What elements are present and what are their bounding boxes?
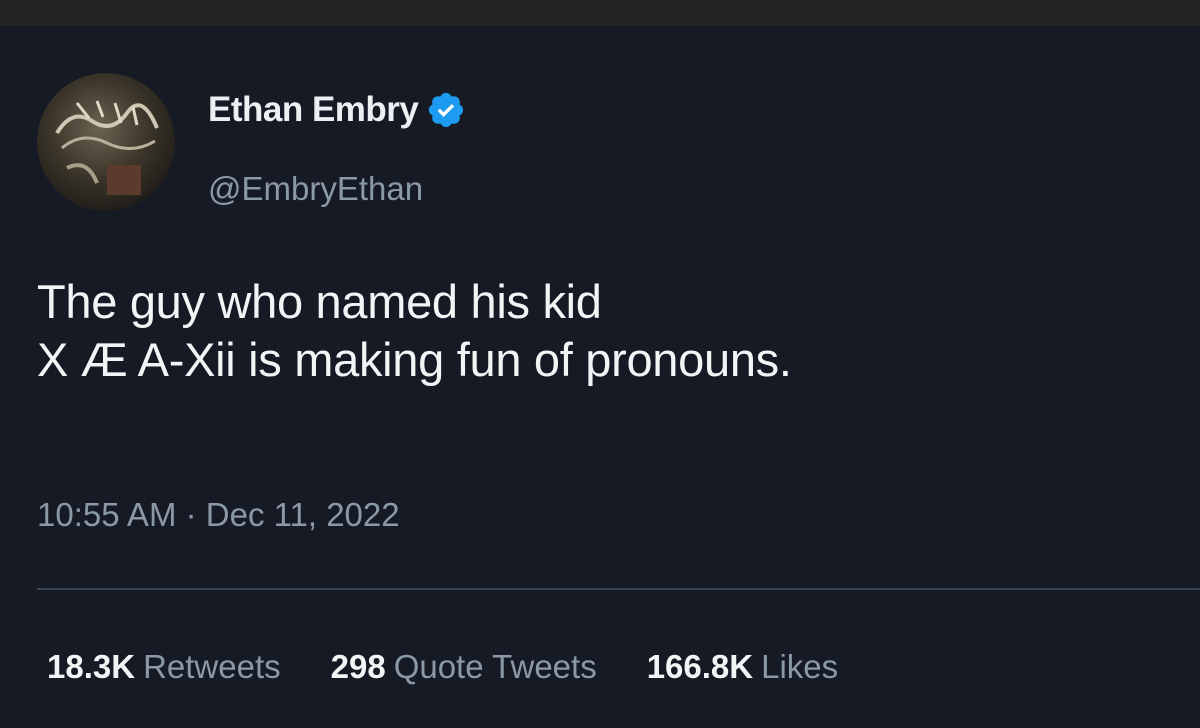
retweets-label: Retweets bbox=[143, 648, 281, 685]
tweet-text-line: The guy who named his kid bbox=[37, 275, 602, 328]
quote-tweets-stat[interactable]: 298 Quote Tweets bbox=[331, 648, 597, 686]
tweet-text: The guy who named his kid X Æ A-Xii is m… bbox=[37, 273, 1157, 389]
retweets-count: 18.3K bbox=[47, 648, 136, 685]
tweet-text-line: X Æ A-Xii is making fun of pronouns. bbox=[37, 333, 792, 386]
author-handle[interactable]: @EmbryEthan bbox=[208, 170, 423, 208]
window-top-bar bbox=[0, 0, 1200, 26]
tweet-timestamp[interactable]: 10:55 AM · Dec 11, 2022 bbox=[37, 496, 400, 534]
retweets-stat[interactable]: 18.3K Retweets bbox=[47, 648, 281, 686]
divider bbox=[37, 588, 1200, 590]
avatar-image bbox=[55, 100, 159, 195]
avatar[interactable] bbox=[37, 73, 175, 211]
verified-badge-icon bbox=[426, 90, 466, 130]
quote-tweets-count: 298 bbox=[330, 648, 386, 685]
tweet-stats: 18.3K Retweets 298 Quote Tweets 166.8K L… bbox=[47, 648, 888, 686]
display-name[interactable]: Ethan Embry bbox=[208, 90, 419, 130]
quote-tweets-label: Quote Tweets bbox=[393, 648, 597, 685]
likes-label: Likes bbox=[761, 648, 839, 685]
author-name-row[interactable]: Ethan Embry bbox=[208, 88, 466, 132]
likes-stat[interactable]: 166.8K Likes bbox=[647, 648, 838, 686]
likes-count: 166.8K bbox=[646, 648, 754, 685]
